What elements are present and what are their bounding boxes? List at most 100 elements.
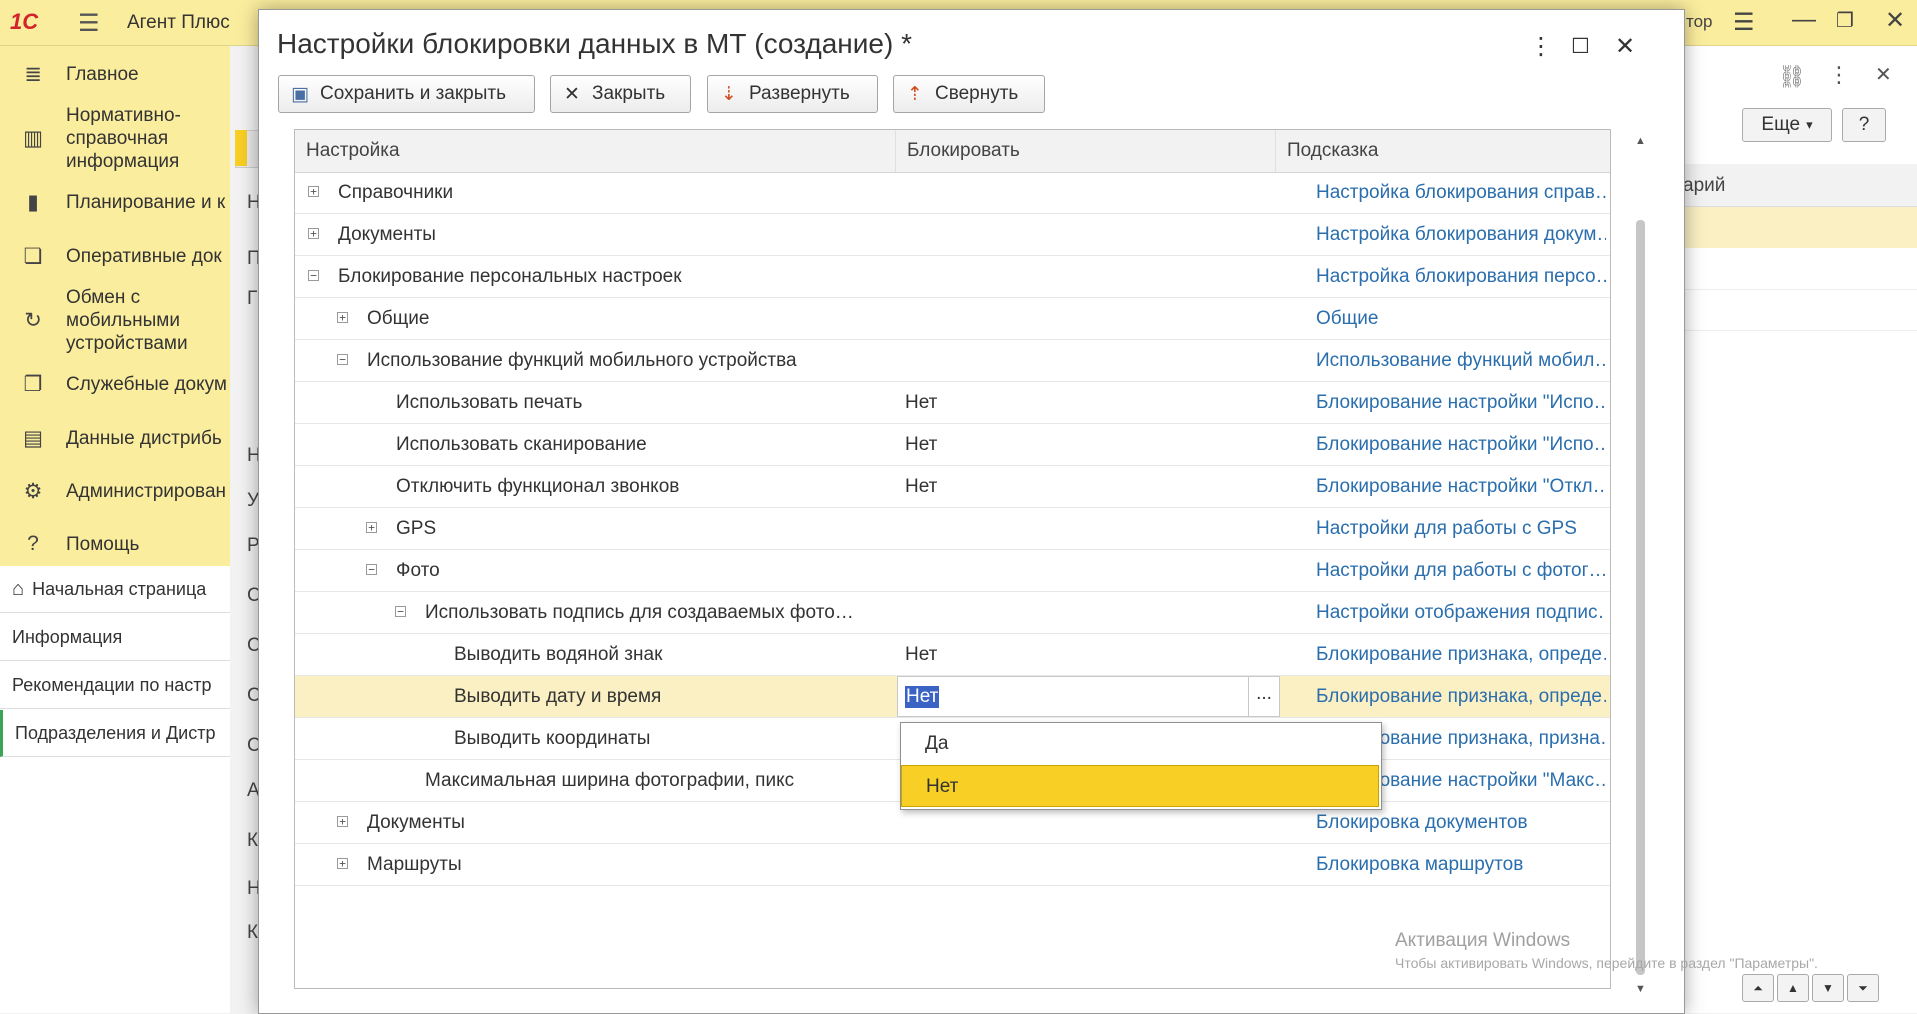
background-selected-row (1680, 207, 1917, 248)
collapse-node-icon[interactable]: − (395, 606, 406, 617)
scroll-bottom-icon[interactable]: ⏷ (1847, 974, 1879, 1002)
table-row[interactable]: Использовать сканирование Нет Блокирование… (295, 424, 1610, 466)
row-hint-link[interactable]: Настройка блокирования справ… (1316, 172, 1606, 213)
close-button[interactable]: ✕ Закрыть (550, 75, 691, 113)
dropdown-option-no[interactable]: Нет (901, 765, 1379, 807)
expand-node-icon[interactable]: + (337, 858, 348, 869)
open-window-divisions[interactable]: Подразделения и Дистр (0, 710, 230, 757)
sidebar-item-main[interactable]: ≣ Главное (0, 54, 230, 94)
column-header-block[interactable]: Блокировать (896, 130, 1276, 172)
row-block-value[interactable]: Нет (905, 424, 937, 465)
minimize-icon[interactable]: — (1792, 6, 1816, 34)
open-window-recommendations[interactable]: Рекомендации по настр (0, 662, 230, 709)
table-row[interactable]: − Использование функций мобильного устрой… (295, 340, 1610, 382)
chevron-down-icon: ▾ (1806, 117, 1813, 132)
home-icon: ⌂ (12, 577, 25, 600)
close-app-icon[interactable]: ✕ (1885, 6, 1905, 35)
row-hint-link[interactable]: Настройки для работы с фотог… (1316, 550, 1606, 591)
scrollbar-thumb[interactable] (1636, 220, 1645, 975)
row-block-value[interactable]: Нет (905, 634, 937, 675)
table-row[interactable]: Выводить водяной знак Нет Блокирование при… (295, 634, 1610, 676)
more-vertical-icon[interactable]: ⋮ (1828, 62, 1850, 88)
row-hint-link[interactable]: Блокирование признака, опреде… (1316, 634, 1606, 675)
collapse-button[interactable]: ⇡ Свернуть (893, 75, 1045, 113)
expand-node-icon[interactable]: + (366, 522, 377, 533)
table-row[interactable]: − Использовать подпись для создаваемых фо… (295, 592, 1610, 634)
table-row[interactable]: − Фото Настройки для работы с фотог… (295, 550, 1610, 592)
scroll-top-icon[interactable]: ⏶ (1742, 974, 1774, 1002)
close-x-icon: ✕ (564, 83, 580, 105)
1c-logo[interactable]: 1С (10, 9, 38, 35)
collapse-node-icon[interactable]: − (308, 270, 319, 281)
row-hint-link[interactable]: Блокирование настройки "Испо… (1316, 424, 1606, 465)
row-hint-link[interactable]: Блокирование настройки "Откл… (1316, 466, 1606, 507)
link-icon[interactable]: ⛓ (1778, 64, 1806, 90)
service-docs-icon: ❐ (23, 372, 43, 396)
more-button[interactable]: Еще ▾ (1742, 108, 1832, 142)
sidebar-item-help[interactable]: ? Помощь (0, 524, 230, 564)
user-label[interactable]: тор (1686, 12, 1713, 32)
expand-node-icon[interactable]: + (337, 816, 348, 827)
table-row[interactable]: + Документы Настройка блокирования докум… (295, 214, 1610, 256)
row-block-value[interactable]: Нет (905, 466, 937, 507)
row-block-value[interactable]: Нет (905, 382, 937, 423)
table-row[interactable]: Использовать печать Нет Блокирование настр… (295, 382, 1610, 424)
row-hint-link[interactable]: Блокирование признака, опреде… (1316, 676, 1606, 717)
scroll-down-icon[interactable]: ▼ (1812, 974, 1844, 1002)
row-hint-link[interactable]: Блокировка маршрутов (1316, 844, 1606, 885)
column-header-setting[interactable]: Настройка (295, 130, 896, 172)
sidebar-item-planning[interactable]: ▮ Планирование и к (0, 182, 230, 222)
select-ellipsis-button[interactable]: ... (1249, 676, 1280, 717)
close-form-icon[interactable]: ✕ (1875, 62, 1892, 87)
row-hint-link[interactable]: Настройки для работы с GPS (1316, 508, 1606, 549)
row-hint-link[interactable]: Использование функций мобил… (1316, 340, 1606, 381)
sidebar-item-admin[interactable]: ⚙ Администрирован (0, 471, 230, 511)
expand-button[interactable]: ⇣ Развернуть (707, 75, 878, 113)
table-row[interactable]: + GPS Настройки для работы с GPS (295, 508, 1610, 550)
row-hint-link[interactable]: Блокирование настройки "Испо… (1316, 382, 1606, 423)
expand-node-icon[interactable]: + (308, 186, 319, 197)
column-header-hint[interactable]: Подсказка (1276, 130, 1610, 172)
block-value-input[interactable]: Нет (897, 676, 1249, 717)
scroll-up-icon[interactable]: ▲ (1777, 974, 1809, 1002)
open-window-label: Начальная страница (32, 578, 207, 599)
table-row[interactable]: + Маршруты Блокировка маршрутов (295, 844, 1610, 886)
table-row[interactable]: Отключить функционал звонков Нет Блокирова… (295, 466, 1610, 508)
maximize-icon[interactable]: ☐ (1571, 34, 1590, 59)
row-hint-link[interactable]: Общие (1316, 298, 1606, 339)
scroll-down-arrow-icon[interactable]: ▼ (1635, 983, 1646, 995)
open-window-info[interactable]: Информация (0, 614, 230, 661)
settings-lines-icon[interactable]: ☰ (1733, 8, 1755, 37)
windows-activation-title: Активация Windows (1395, 930, 1571, 951)
scroll-up-arrow-icon[interactable]: ▲ (1635, 135, 1646, 147)
row-setting-name: Использовать печать (396, 392, 583, 413)
more-vertical-icon[interactable]: ⋮ (1529, 32, 1553, 61)
sidebar-item-service-docs[interactable]: ❐ Служебные докум (0, 364, 230, 404)
close-dialog-icon[interactable]: ✕ (1615, 32, 1635, 61)
table-row[interactable]: − Блокирование персональных настроек Настр… (295, 256, 1610, 298)
windows-activation-text: Чтобы активировать Windows, перейдите в … (1395, 955, 1818, 971)
expand-node-icon[interactable]: + (337, 312, 348, 323)
dropdown-option-yes[interactable]: Да (901, 723, 1379, 765)
help-button[interactable]: ? (1842, 108, 1886, 142)
expand-node-icon[interactable]: + (308, 228, 319, 239)
sidebar-item-operative-docs[interactable]: ❏ Оперативные док (0, 236, 230, 276)
sidebar-item-distributor-data[interactable]: ▤ Данные дистрибь (0, 418, 230, 458)
table-row[interactable]: Выводить дату и время Нет... Блокирование … (295, 676, 1610, 718)
save-and-close-button[interactable]: ▣ Сохранить и закрыть (278, 75, 535, 113)
open-window-home[interactable]: ⌂ Начальная страница (0, 566, 230, 613)
row-hint-link[interactable]: Настройка блокирования персо… (1316, 256, 1606, 297)
collapse-node-icon[interactable]: − (366, 564, 377, 575)
sidebar-item-label: Администрирован (66, 480, 226, 502)
sidebar-item-mobile-exchange[interactable]: ↻ Обмен с мобильными устройствами (0, 287, 230, 354)
table-row[interactable]: + Общие Общие (295, 298, 1610, 340)
table-row[interactable]: + Справочники Настройка блокирования справ… (295, 172, 1610, 214)
sidebar-item-reference[interactable]: ▥ Нормативно-справочная информация (0, 105, 230, 172)
restore-icon[interactable]: ❐ (1836, 8, 1854, 33)
expand-tree-icon: ⇣ (721, 83, 737, 105)
row-hint-link[interactable]: Настройки отображения подпис… (1316, 592, 1606, 633)
row-hint-link[interactable]: Настройка блокирования докум… (1316, 214, 1606, 255)
hamburger-menu-icon[interactable]: ☰ (78, 9, 100, 38)
collapse-node-icon[interactable]: − (337, 354, 348, 365)
block-value-selected-text: Нет (905, 686, 940, 708)
